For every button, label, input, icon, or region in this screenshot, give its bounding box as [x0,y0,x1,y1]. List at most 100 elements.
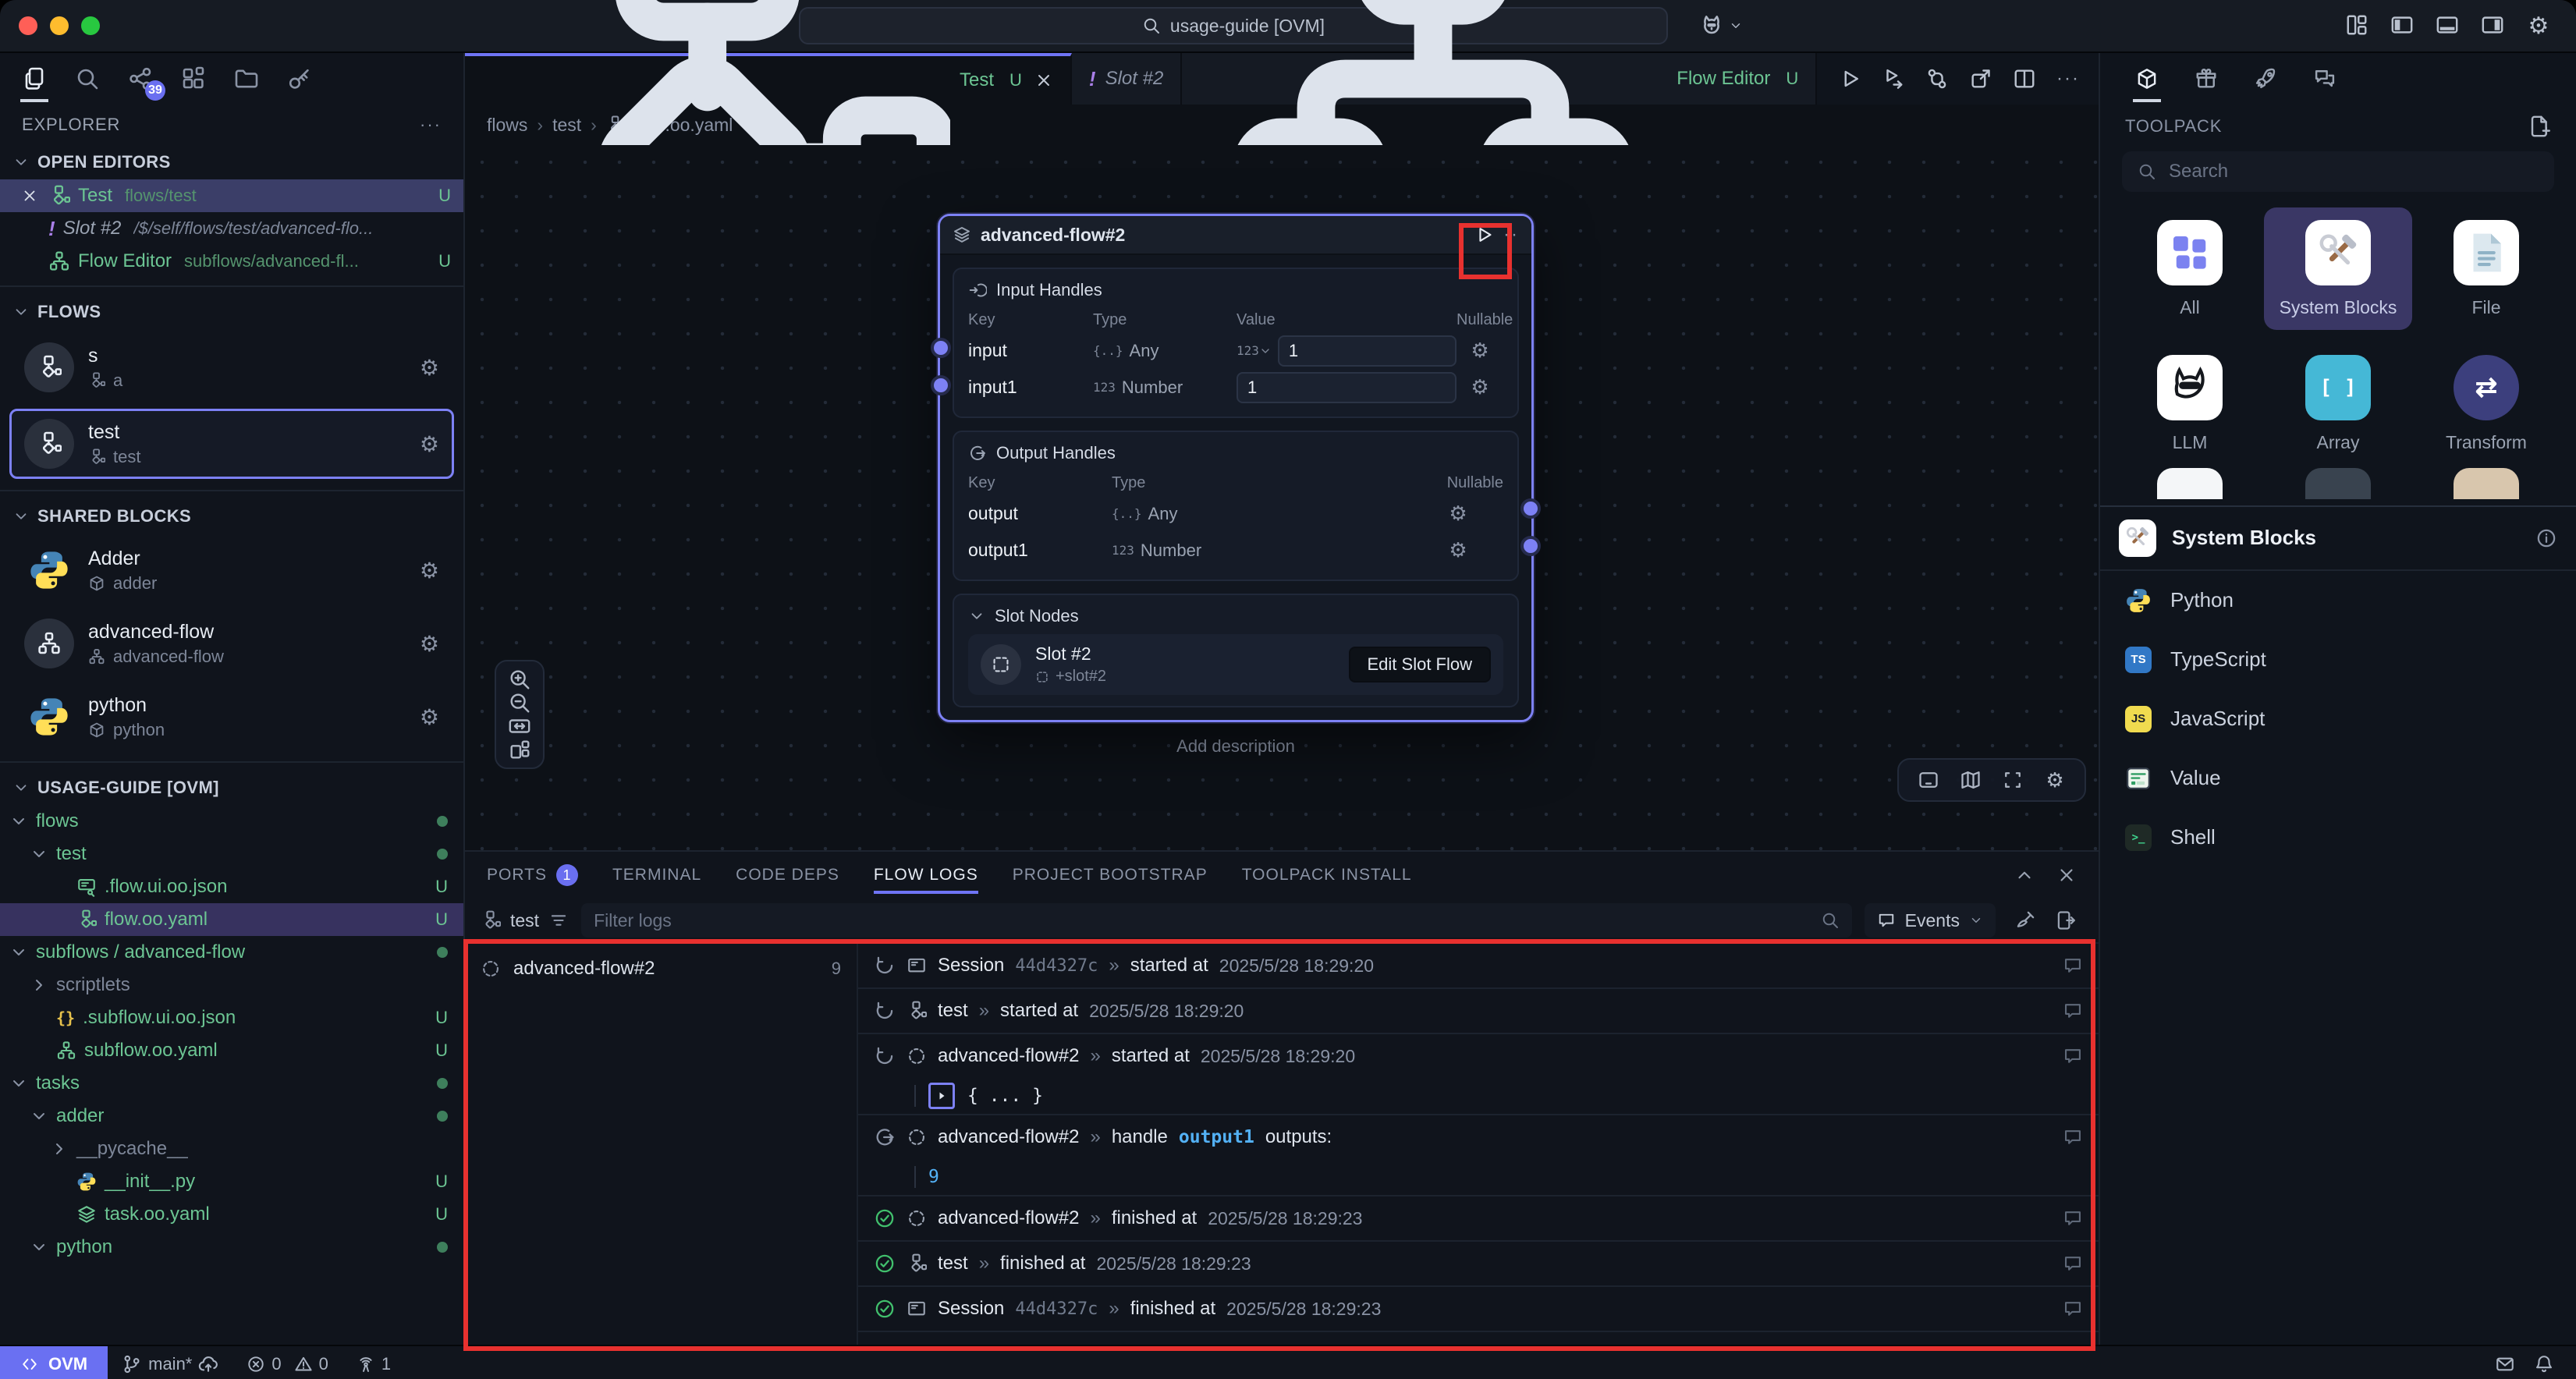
value-type-switch[interactable]: 123 [1237,343,1272,358]
assistant-menu[interactable] [1699,13,1743,38]
gift-view-icon[interactable] [2191,60,2222,97]
toggle-panel-icon[interactable] [2436,13,2459,37]
panel-tab[interactable]: CODE DEPS [736,852,839,899]
problems-status[interactable]: 0 0 [232,1354,342,1374]
explorer-view-icon[interactable] [19,60,50,97]
tree-item[interactable]: {} .subflow.ui.oo.json U [0,1001,463,1034]
gear-icon[interactable]: ⚙ [1457,375,1503,399]
fullscreen-icon[interactable] [2002,769,2024,791]
run-icon[interactable] [1838,67,1861,90]
log-detail[interactable]: { ... } [874,1078,2083,1114]
clear-logs-icon[interactable] [2014,909,2036,931]
system-block-item[interactable]: Python [2100,571,2576,630]
zoom-out-icon[interactable] [508,691,531,714]
new-toolpack-icon[interactable] [2528,115,2551,138]
notifications-bell-icon[interactable] [2534,1354,2554,1374]
log-detail[interactable]: 9 [874,1159,2083,1195]
auto-layout-icon[interactable] [508,738,531,761]
folder-view-icon[interactable] [231,60,262,97]
editor-tab[interactable]: Flow Editor U [1182,53,1817,105]
more-actions-icon[interactable]: ··· [420,115,442,135]
filter-logs-input[interactable]: Filter logs [581,903,1852,938]
tree-item[interactable]: test [0,838,463,870]
log-row[interactable]: test » finished at 2025/5/28 18:29:23 [858,1242,2099,1287]
gear-icon[interactable]: ⚙ [1413,502,1503,526]
section-project[interactable]: USAGE-GUIDE [OVM] [0,771,463,805]
toolpack-search-input[interactable]: Search [2122,151,2554,192]
open-editor-item[interactable]: Flow Editor subflows/advanced-fl... U [0,245,463,278]
output-port[interactable] [1520,536,1541,556]
log-row[interactable]: test » started at 2025/5/28 18:29:20 [858,989,2099,1034]
tree-item[interactable]: flow.oo.yaml U [0,903,463,936]
zoom-in-icon[interactable] [508,668,531,691]
rocket-view-icon[interactable] [2250,60,2281,97]
filter-list-icon[interactable] [548,910,569,931]
tree-item[interactable]: adder [0,1100,463,1133]
tree-item[interactable]: scriptlets [0,969,463,1001]
git-compare-icon[interactable] [1925,67,1949,90]
settings-gear-icon[interactable]: ⚙ [2526,13,2551,38]
panel-tab[interactable]: TERMINAL [612,852,701,899]
output-port[interactable] [1520,498,1541,519]
panel-tab[interactable]: PROJECT BOOTSTRAP [1013,852,1208,899]
log-scope[interactable]: test [481,910,569,931]
git-branch-status[interactable]: main* [108,1354,232,1374]
slot-node-item[interactable]: Slot #2 +slot#2 Edit Slot Flow [968,634,1503,695]
export-logs-icon[interactable] [2055,909,2077,931]
open-external-icon[interactable] [1969,67,1992,90]
toolpack-category-llm[interactable]: LLM [2116,342,2264,465]
window-controls[interactable] [0,16,119,35]
section-open-editors[interactable]: OPEN EDITORS [0,145,463,179]
tree-item[interactable]: subflow.oo.yaml U [0,1034,463,1067]
open-editor-item[interactable]: ! Slot #2 /$/self/flows/test/advanced-fl… [0,212,463,245]
log-row[interactable]: advanced-flow#2 » handle output1 outputs… [858,1115,2099,1196]
fit-view-icon[interactable] [508,714,531,738]
shared-block-card[interactable]: python python ⚙ [9,683,454,750]
flows-view-icon[interactable]: 39 [125,60,156,97]
canvas-settings-icon[interactable]: ⚙ [2044,769,2066,791]
toolpack-category-array[interactable]: [ ] Array [2264,342,2412,465]
add-description[interactable]: Add description [938,736,1534,757]
toolpack-category-all[interactable]: All [2116,207,2264,330]
comment-icon[interactable] [2063,1208,2083,1228]
collapse-panel-icon[interactable] [2014,865,2035,885]
toolpack-category-system-blocks[interactable]: System Blocks [2264,207,2412,330]
chevron-down-icon[interactable] [968,608,985,625]
close-panel-icon[interactable] [2056,865,2077,885]
panel-tab[interactable]: PORTS 1 [487,852,578,899]
tree-item[interactable]: .flow.ui.oo.json U [0,870,463,903]
expand-icon[interactable] [928,1083,955,1109]
search-view-icon[interactable] [72,60,103,97]
flow-node-advanced-flow-2[interactable]: advanced-flow#2 ·· Input Handles Key Typ… [938,214,1534,757]
ports-status[interactable]: 1 [342,1354,405,1374]
tree-item[interactable]: flows [0,805,463,838]
flow-card[interactable]: test test ⚙ [9,409,454,479]
gear-icon[interactable]: ⚙ [1457,339,1503,363]
comment-icon[interactable] [2063,955,2083,976]
maximize-window-button[interactable] [81,16,100,35]
gear-icon[interactable]: ⚙ [420,431,439,457]
comment-icon[interactable] [2063,1299,2083,1319]
toolpack-category-transform[interactable]: ⇄ Transform [2412,342,2560,465]
system-block-item[interactable]: >_ Shell [2100,808,2576,867]
tree-item[interactable]: __init__.py U [0,1165,463,1198]
node-more-icon[interactable]: ·· [1503,224,1519,246]
feedback-icon[interactable] [2495,1354,2515,1374]
log-row[interactable]: Session 44d4327c » finished at 2025/5/28… [858,1287,2099,1332]
gear-icon[interactable]: ⚙ [420,558,439,583]
comment-icon[interactable] [2063,1253,2083,1274]
flow-card[interactable]: s a ⚙ [9,332,454,402]
comment-icon[interactable] [2063,1046,2083,1066]
customize-layout-icon[interactable] [2345,13,2368,37]
gear-icon[interactable]: ⚙ [420,631,439,657]
value-input[interactable]: 1 [1278,335,1457,367]
toolpack-category-file[interactable]: File [2412,207,2560,330]
shared-block-card[interactable]: advanced-flow advanced-flow ⚙ [9,610,454,677]
toggle-sidebar-icon[interactable] [2390,13,2414,37]
gear-icon[interactable]: ⚙ [1413,538,1503,562]
gear-icon[interactable]: ⚙ [420,704,439,730]
run-below-icon[interactable] [1882,67,1905,90]
minimap-icon[interactable] [1960,769,1982,791]
minimize-window-button[interactable] [50,16,69,35]
panel-tab[interactable]: FLOW LOGS [874,852,978,899]
